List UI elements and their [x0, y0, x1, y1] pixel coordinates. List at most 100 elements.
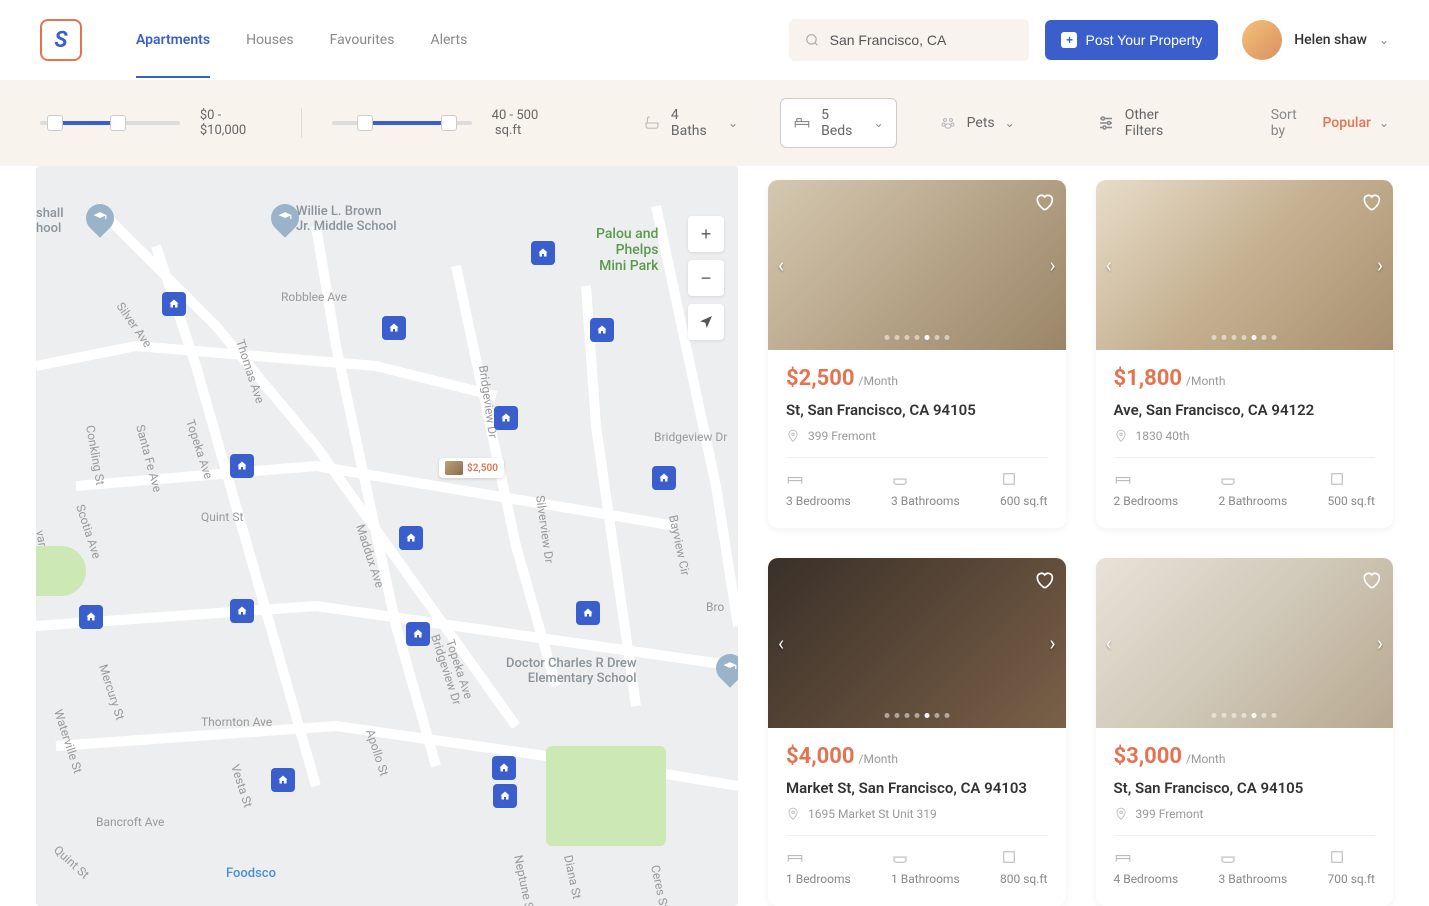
map[interactable]: 470 660 680 Silver Ave Conkling St Santa…	[36, 166, 738, 906]
svg-text:Thornton Ave: Thornton Ave	[201, 715, 272, 729]
locate-button[interactable]	[688, 304, 724, 340]
baths-spec: 3 Bathrooms	[891, 470, 960, 508]
pin-thumb	[445, 461, 463, 475]
logo[interactable]: S	[40, 19, 82, 61]
search-box[interactable]	[789, 19, 1029, 61]
address: Market St, San Francisco, CA 94103	[786, 779, 1048, 797]
listing-image[interactable]: ‹ ›	[768, 180, 1066, 350]
next-image-button[interactable]: ›	[1377, 253, 1383, 277]
price: $2,500	[786, 366, 855, 391]
sqft-slider[interactable]	[332, 121, 472, 125]
area-icon	[1000, 848, 1018, 866]
listing-card[interactable]: ‹ › $3,000/Month St, San Francisco, CA 9…	[1096, 558, 1394, 906]
map-pin[interactable]	[494, 406, 518, 430]
post-property-button[interactable]: + Post Your Property	[1045, 20, 1218, 60]
price-range[interactable]: $0 - $10,000	[40, 108, 271, 138]
nav-houses[interactable]: Houses	[246, 2, 294, 78]
price-period: /Month	[1186, 374, 1225, 388]
map-pin[interactable]	[406, 622, 430, 646]
sqft-spec: 800 sq.ft	[1000, 848, 1047, 886]
listing-image[interactable]: ‹ ›	[1096, 180, 1394, 350]
other-filters[interactable]: Other Filters	[1097, 107, 1201, 139]
nav-apartments[interactable]: Apartments	[136, 2, 210, 78]
map-pin[interactable]	[399, 526, 423, 550]
map-poi-label: Willie L. Brown Jr. Middle School	[296, 204, 397, 234]
favourite-button[interactable]	[1361, 570, 1381, 594]
favourite-button[interactable]	[1034, 570, 1054, 594]
sqft-range[interactable]: 40 - 500 sq.ft	[332, 108, 571, 138]
divider	[301, 108, 302, 138]
bed-icon	[793, 114, 811, 132]
price-max-handle[interactable]	[110, 115, 126, 131]
plus-icon: +	[1061, 32, 1077, 48]
next-image-button[interactable]: ›	[1377, 631, 1383, 655]
pets-filter[interactable]: Pets ⌄	[927, 106, 1027, 140]
nav-favourites[interactable]: Favourites	[330, 2, 395, 78]
baths-filter[interactable]: 4 Baths ⌄	[631, 99, 750, 147]
prev-image-button[interactable]: ‹	[778, 631, 784, 655]
park	[36, 546, 86, 596]
image-dots	[884, 335, 949, 340]
address: St, San Francisco, CA 94105	[786, 401, 1048, 419]
price: $4,000	[786, 744, 855, 769]
address: St, San Francisco, CA 94105	[1114, 779, 1376, 797]
search-input[interactable]	[830, 32, 1014, 48]
map-pin[interactable]	[652, 466, 676, 490]
user-menu[interactable]: Helen shaw ⌄	[1242, 20, 1389, 60]
sqft-max-handle[interactable]	[441, 115, 457, 131]
avatar	[1242, 20, 1282, 60]
map-park-label: Palou and Phelps Mini Park	[596, 226, 658, 274]
map-poi-label: Foodsco	[226, 866, 276, 881]
map-price-pin[interactable]: $2,500	[439, 458, 504, 478]
favourite-button[interactable]	[1361, 192, 1381, 216]
location-detail: 1695 Market St Unit 319	[786, 807, 1048, 821]
map-pin[interactable]	[79, 605, 103, 629]
svg-text:Quint St: Quint St	[201, 510, 243, 524]
price-slider[interactable]	[40, 121, 180, 125]
map-pin[interactable]	[230, 599, 254, 623]
pin-icon	[786, 429, 800, 443]
listing-card[interactable]: ‹ › $1,800/Month Ave, San Francisco, CA …	[1096, 180, 1394, 528]
location-detail: 399 Fremont	[786, 429, 1048, 443]
next-image-button[interactable]: ›	[1049, 631, 1055, 655]
listing-image[interactable]: ‹ ›	[768, 558, 1066, 728]
next-image-button[interactable]: ›	[1049, 253, 1055, 277]
listing-image[interactable]: ‹ ›	[1096, 558, 1394, 728]
zoom-out-button[interactable]: −	[688, 260, 724, 296]
sqft-min-handle[interactable]	[357, 115, 373, 131]
image-dots	[884, 713, 949, 718]
map-poi-label: Doctor Charles R Drew Elementary School	[506, 656, 637, 686]
listing-card[interactable]: ‹ › $2,500/Month St, San Francisco, CA 9…	[768, 180, 1066, 528]
listing-card[interactable]: ‹ › $4,000/Month Market St, San Francisc…	[768, 558, 1066, 906]
beds-filter[interactable]: 5 Beds ⌄	[780, 98, 897, 148]
baths-spec: 2 Bathrooms	[1219, 470, 1288, 508]
map-pin[interactable]	[590, 318, 614, 342]
map-pin[interactable]	[531, 241, 555, 265]
search-icon	[805, 32, 819, 48]
prev-image-button[interactable]: ‹	[778, 253, 784, 277]
price-period: /Month	[859, 374, 898, 388]
sort-by[interactable]: Sort by Popular ⌄	[1271, 107, 1389, 139]
zoom-in-button[interactable]: +	[688, 216, 724, 252]
pin-price: $2,500	[467, 463, 498, 474]
price-min-handle[interactable]	[47, 115, 63, 131]
bed-icon	[786, 470, 804, 488]
prev-image-button[interactable]: ‹	[1106, 631, 1112, 655]
map-pin[interactable]	[576, 601, 600, 625]
map-pin[interactable]	[382, 316, 406, 340]
image-dots	[1212, 713, 1277, 718]
map-pin[interactable]	[230, 454, 254, 478]
location-detail: 399 Fremont	[1114, 807, 1376, 821]
bath-icon	[891, 470, 909, 488]
map-pin[interactable]	[162, 292, 186, 316]
beds-spec: 4 Bedrooms	[1114, 848, 1179, 886]
map-pin[interactable]	[493, 784, 517, 808]
nav-alerts[interactable]: Alerts	[430, 2, 467, 78]
chevron-down-icon: ⌄	[1005, 116, 1015, 130]
prev-image-button[interactable]: ‹	[1106, 253, 1112, 277]
pin-icon	[1114, 807, 1128, 821]
map-pin[interactable]	[492, 756, 516, 780]
favourite-button[interactable]	[1034, 192, 1054, 216]
map-pin[interactable]	[271, 768, 295, 792]
sqft-label: 40 - 500 sq.ft	[492, 108, 571, 138]
